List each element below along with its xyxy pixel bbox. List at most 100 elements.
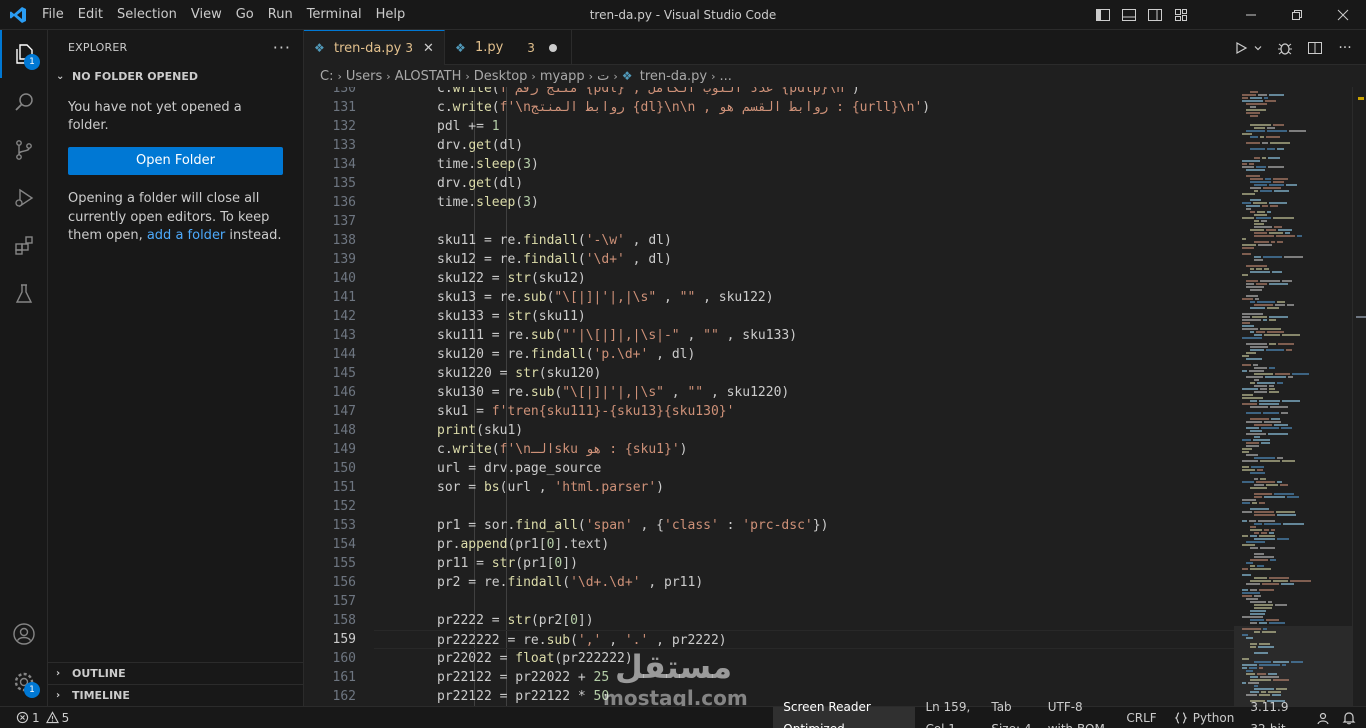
debug-bug-icon[interactable] <box>1274 37 1296 59</box>
code-editor[interactable]: 130 131 132 133 134 135 136 137 138 139 140 141 142 1… <box>304 87 1366 706</box>
code-line[interactable]: sku13 = re.sub("\[|]|'|,|\s" , "" , sku1… <box>374 288 1234 307</box>
code-line[interactable]: print(sku1) <box>374 421 1234 440</box>
minimap[interactable] <box>1234 87 1352 706</box>
minimap-line <box>1261 220 1267 222</box>
code-line[interactable]: pdl += 1 <box>374 117 1234 136</box>
unsaved-dot-icon[interactable] <box>548 43 557 52</box>
code-line[interactable] <box>374 592 1234 611</box>
menu-terminal[interactable]: Terminal <box>300 0 369 30</box>
code-line[interactable]: pr.append(pr1[0].text) <box>374 535 1234 554</box>
minimap-line <box>1277 148 1284 150</box>
code-line[interactable]: sku11 = re.findall('-\w' , dl) <box>374 231 1234 250</box>
code-line[interactable]: time.sleep(3) <box>374 193 1234 212</box>
code-area[interactable]: c.write(f'منتج رقم {pdl} , عدد اللوب الك… <box>374 87 1234 706</box>
more-actions-icon[interactable]: ··· <box>1334 37 1356 59</box>
customize-layout-icon[interactable] <box>1168 0 1194 30</box>
extensions-icon[interactable] <box>0 222 48 270</box>
menu-file[interactable]: File <box>35 0 71 30</box>
vertical-scrollbar[interactable] <box>1352 87 1366 706</box>
menu-help[interactable]: Help <box>369 0 413 30</box>
code-line[interactable]: pr222222 = re.sub(',' , '.' , pr2222) <box>374 630 1234 649</box>
language-mode[interactable]: Python <box>1166 707 1243 728</box>
breadcrumb-item[interactable]: ALOSTATH <box>395 69 462 84</box>
code-line[interactable]: pr11 = str(pr1[0]) <box>374 554 1234 573</box>
add-folder-link[interactable]: add a folder <box>147 228 225 243</box>
minimap-line <box>1259 535 1275 537</box>
open-folder-button[interactable]: Open Folder <box>68 147 283 175</box>
timeline-section-header[interactable]: › TIMELINE <box>48 684 303 706</box>
manage-gear-icon[interactable]: 1 <box>0 658 48 706</box>
toggle-primary-sidebar-icon[interactable] <box>1090 0 1116 30</box>
code-line[interactable]: drv.get(dl) <box>374 136 1234 155</box>
menu-go[interactable]: Go <box>229 0 261 30</box>
explorer-icon[interactable]: 1 <box>0 30 48 78</box>
minimap-line <box>1289 130 1306 132</box>
minimap-line <box>1254 688 1274 690</box>
toggle-panel-icon[interactable] <box>1116 0 1142 30</box>
code-line[interactable]: sku120 = re.findall('p.\d+' , dl) <box>374 345 1234 364</box>
code-line[interactable]: time.sleep(3) <box>374 155 1234 174</box>
menu-edit[interactable]: Edit <box>71 0 110 30</box>
code-line[interactable]: sku133 = str(sku11) <box>374 307 1234 326</box>
breadcrumb-item[interactable]: C: <box>320 69 333 84</box>
breadcrumb-item[interactable]: tren-da.py <box>640 69 707 84</box>
code-line[interactable] <box>374 212 1234 231</box>
testing-icon[interactable] <box>0 270 48 318</box>
run-dropdown-chevron-icon[interactable] <box>1252 37 1264 59</box>
cursor-position[interactable]: Ln 159, Col 1 <box>915 700 984 728</box>
minimize-icon[interactable] <box>1228 0 1274 30</box>
code-line[interactable]: pr22122 = pr22022 + 25 <box>374 668 1234 687</box>
code-line[interactable]: sku111 = re.sub("'|\[|]|,|\s|-" , "" , s… <box>374 326 1234 345</box>
code-line[interactable]: pr2 = re.findall('\d+.\d+' , pr11) <box>374 573 1234 592</box>
menu-view[interactable]: View <box>184 0 229 30</box>
line-ending[interactable]: CRLF <box>1117 707 1165 728</box>
code-line[interactable]: sku130 = re.sub("\[|]|'|,|\s" , "" , sku… <box>374 383 1234 402</box>
python-interpreter[interactable]: 3.11.9 32-bit <box>1242 700 1308 728</box>
code-line[interactable]: sku1 = f'tren{sku111}-{sku13}{sku130}' <box>374 402 1234 421</box>
tab-size[interactable]: Tab Size: 4 <box>984 700 1039 728</box>
toggle-secondary-sidebar-icon[interactable] <box>1142 0 1168 30</box>
outline-section-header[interactable]: › OUTLINE <box>48 662 303 684</box>
code-line[interactable]: sku12 = re.findall('\d+' , dl) <box>374 250 1234 269</box>
code-line[interactable]: sor = bs(url , 'html.parser') <box>374 478 1234 497</box>
source-control-icon[interactable] <box>0 126 48 174</box>
feedback-icon[interactable] <box>1308 707 1338 728</box>
run-python-icon[interactable] <box>1230 37 1252 59</box>
breadcrumb-item[interactable]: ... <box>720 69 732 84</box>
account-icon[interactable] <box>0 610 48 658</box>
close-tab-icon[interactable]: ✕ <box>423 41 434 56</box>
python-file-icon: ❖ <box>314 41 325 55</box>
code-line[interactable]: pr2222 = str(pr2[0]) <box>374 611 1234 630</box>
code-line[interactable]: pr22022 = float(pr222222) <box>374 649 1234 668</box>
code-line[interactable]: c.write(f'\nالـsku هو : {sku1}') <box>374 440 1234 459</box>
no-folder-section-header[interactable]: ⌄ NO FOLDER OPENED <box>48 65 303 87</box>
screen-reader-status[interactable]: Screen Reader Optimized <box>773 700 916 728</box>
more-actions-icon[interactable]: ··· <box>273 38 291 57</box>
restore-icon[interactable] <box>1274 0 1320 30</box>
code-line[interactable] <box>374 497 1234 516</box>
code-line[interactable]: c.write(f'\nروابط المنتج {dl}\n\n , رواب… <box>374 98 1234 117</box>
breadcrumb-item[interactable]: myapp <box>540 69 585 84</box>
code-line[interactable]: url = drv.page_source <box>374 459 1234 478</box>
search-icon[interactable] <box>0 78 48 126</box>
split-editor-icon[interactable] <box>1304 37 1326 59</box>
minimap-line <box>1246 670 1253 672</box>
breadcrumb-item[interactable]: ت <box>597 69 609 84</box>
line-number: 134 <box>332 157 356 172</box>
tab-tren-da[interactable]: ❖ tren-da.py 3 ✕ <box>304 30 445 65</box>
file-encoding[interactable]: UTF-8 with BOM <box>1040 700 1118 728</box>
code-line[interactable]: sku122 = str(sku12) <box>374 269 1234 288</box>
problems-indicator[interactable]: 1 5 <box>0 707 77 728</box>
breadcrumb-item[interactable]: Desktop <box>474 69 528 84</box>
code-line[interactable]: drv.get(dl) <box>374 174 1234 193</box>
tab-1py[interactable]: ❖ 1.py 3 <box>445 30 572 65</box>
code-line[interactable]: sku1220 = str(sku120) <box>374 364 1234 383</box>
menu-run[interactable]: Run <box>261 0 300 30</box>
code-line[interactable]: pr1 = sor.find_all('span' , {'class' : '… <box>374 516 1234 535</box>
code-line[interactable]: c.write(f'منتج رقم {pdl} , عدد اللوب الك… <box>374 87 1234 98</box>
notifications-bell-icon[interactable] <box>1338 707 1366 728</box>
close-window-icon[interactable] <box>1320 0 1366 30</box>
breadcrumb-item[interactable]: Users <box>346 69 382 84</box>
run-debug-icon[interactable] <box>0 174 48 222</box>
menu-selection[interactable]: Selection <box>110 0 184 30</box>
